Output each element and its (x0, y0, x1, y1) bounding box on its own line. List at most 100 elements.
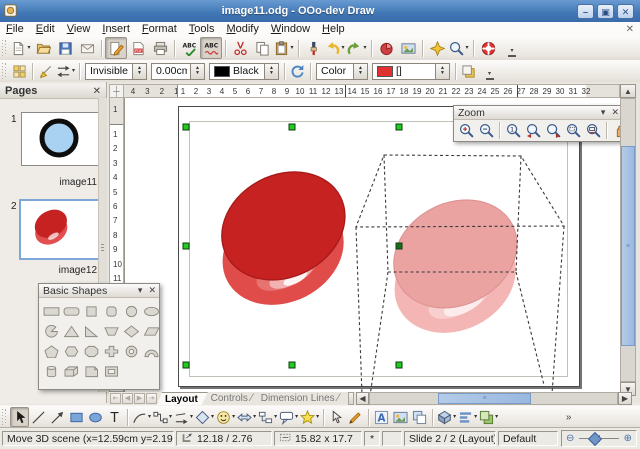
page-2-label[interactable]: image12 (28, 265, 97, 276)
pink-disc-preview[interactable] (365, 179, 545, 353)
connector-tool[interactable]: ▾ (152, 407, 173, 427)
tab-controls[interactable]: Controls (203, 392, 258, 405)
pages-panel-close-icon[interactable]: ✕ (88, 86, 106, 97)
selection-handle[interactable] (396, 362, 402, 368)
symbol-shapes-tool[interactable]: ▾ (215, 407, 236, 427)
fill-color-combo[interactable]: []▲▼ (372, 63, 450, 80)
overflow-chevron[interactable]: » (559, 407, 578, 427)
selection-handle[interactable] (183, 243, 189, 249)
tab-layout[interactable]: Layout (157, 392, 208, 405)
menu-modify[interactable]: Modify (220, 23, 264, 35)
gallery[interactable] (397, 37, 419, 59)
close-button[interactable]: ✕ (617, 4, 634, 19)
scroll-left-icon[interactable]: ◀ (356, 392, 369, 405)
undo[interactable]: ▾ (324, 37, 346, 59)
help[interactable] (477, 37, 499, 59)
shape-circle-pie-icon[interactable] (42, 322, 61, 341)
shape-octagon-icon[interactable] (82, 342, 101, 361)
dropdown-caret-icon[interactable]: ▾ (316, 414, 319, 420)
stars-tool[interactable]: ▾ (299, 407, 320, 427)
zoom[interactable]: ▾ (448, 37, 470, 59)
dropdown-caret-icon[interactable]: ▾ (474, 414, 477, 420)
dropdown-caret-icon[interactable]: ▾ (341, 45, 344, 51)
spinner-icon[interactable]: ▲▼ (132, 64, 146, 79)
selection-handle[interactable] (183, 362, 189, 368)
auto-spellcheck[interactable]: ABC (200, 37, 222, 59)
vertical-scroll-thumb[interactable]: ≡ (621, 146, 635, 346)
dropdown-caret-icon[interactable]: ▾ (290, 45, 293, 51)
dropdown-caret-icon[interactable]: ▾ (295, 414, 298, 420)
rotate[interactable] (288, 61, 307, 81)
cut[interactable] (229, 37, 251, 59)
zoom-in[interactable] (456, 121, 476, 141)
shape-folded-corner-icon[interactable] (82, 362, 101, 381)
zoom-in-icon[interactable]: ⊕ (624, 434, 632, 444)
basic-shapes-tool[interactable]: ▾ (194, 407, 215, 427)
page-1-thumbnail[interactable] (21, 112, 99, 166)
menu-tools[interactable]: Tools (183, 23, 221, 35)
spinner-icon[interactable]: ▲▼ (353, 64, 367, 79)
toolbar-grip[interactable] (2, 40, 7, 57)
spellcheck[interactable]: ABC (178, 37, 200, 59)
dropdown-caret-icon[interactable]: ▾ (253, 414, 256, 420)
objects3d-tool[interactable]: ▾ (436, 407, 457, 427)
new-document[interactable]: ▾ (10, 37, 32, 59)
fontwork-tool[interactable]: A (372, 407, 391, 427)
dropdown-caret-icon[interactable]: ▾ (211, 414, 214, 420)
shape-block-arc-icon[interactable] (142, 342, 161, 361)
selection-handle[interactable] (396, 124, 402, 130)
save[interactable] (54, 37, 76, 59)
line-tool[interactable] (29, 407, 48, 427)
shape-rectangle-icon[interactable] (42, 302, 61, 321)
status-slide[interactable]: Slide 2 / 2 (Layout) (404, 431, 496, 446)
shape-rounded-rectangle-icon[interactable] (62, 302, 81, 321)
redo[interactable]: ▾ (346, 37, 368, 59)
maximize-button[interactable]: ▣ (597, 4, 614, 19)
selection-handle[interactable] (396, 243, 402, 249)
shape-trapezoid-icon[interactable] (102, 322, 121, 341)
zoom-palette-close-icon[interactable]: ✕ (608, 107, 620, 118)
menu-insert[interactable]: Insert (96, 23, 136, 35)
status-template[interactable]: Default (498, 431, 558, 446)
dropdown-caret-icon[interactable]: ▾ (363, 45, 366, 51)
zoom-page-width[interactable] (583, 121, 603, 141)
text-tool[interactable]: T (105, 407, 124, 427)
scroll-right-icon[interactable]: ▶ (618, 392, 632, 405)
spinner-icon[interactable]: ▲▼ (435, 64, 449, 79)
zoom-out[interactable] (476, 121, 496, 141)
dropdown-caret-icon[interactable]: ▾ (169, 414, 172, 420)
rectangle-tool[interactable] (67, 407, 86, 427)
basic-shapes-menu-icon[interactable]: ▾ (135, 285, 146, 296)
select-tool[interactable] (10, 407, 29, 427)
horizontal-ruler[interactable]: 4321123456789101112131415161718192021222… (124, 84, 620, 98)
shape-cylinder-icon[interactable] (42, 362, 61, 381)
edit-file[interactable] (105, 37, 127, 59)
arrow-endings[interactable]: ▾ (55, 61, 76, 81)
zoom-slider-track[interactable] (579, 438, 618, 439)
horizontal-scroll-thumb[interactable]: ≡ (438, 393, 531, 404)
format-paintbrush[interactable] (302, 37, 324, 59)
zoom-next[interactable] (543, 121, 563, 141)
spinner-icon[interactable]: ▲▼ (190, 64, 204, 79)
title-bar[interactable]: image11.odg - OOo-dev Draw –▣✕ (0, 0, 640, 22)
tab-dimension-lines[interactable]: Dimension Lines (253, 392, 345, 405)
scroll-up-icon[interactable]: ▲ (620, 84, 636, 98)
document-close-icon[interactable]: ✕ (626, 24, 634, 35)
shape-regular-pentagon-icon[interactable] (42, 342, 61, 361)
page-1-label[interactable]: image11 (28, 177, 97, 188)
gallery-tool[interactable] (410, 407, 429, 427)
menu-window[interactable]: Window (265, 23, 316, 35)
shape-isosceles-triangle-icon[interactable] (62, 322, 81, 341)
line-width-combo[interactable]: 0.00cm▲▼ (151, 63, 205, 80)
flowchart-tool[interactable]: ▾ (257, 407, 278, 427)
selection-handle[interactable] (289, 124, 295, 130)
arrow-tool[interactable] (48, 407, 67, 427)
shape-cube-icon[interactable] (62, 362, 81, 381)
toolbar-grip[interactable] (2, 63, 7, 78)
callouts-tool[interactable]: ▾ (278, 407, 299, 427)
document-as-email[interactable] (76, 37, 98, 59)
dropdown-caret-icon[interactable]: ▾ (72, 68, 75, 74)
zoom-100[interactable]: 1 (503, 121, 523, 141)
zoom-slider[interactable]: ⊖ ⊕ (561, 430, 637, 447)
shape-right-triangle-icon[interactable] (82, 322, 101, 341)
